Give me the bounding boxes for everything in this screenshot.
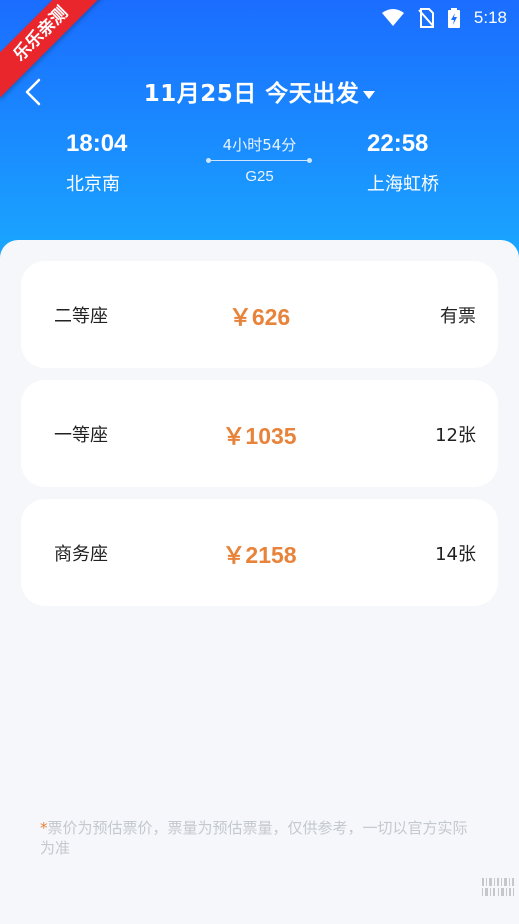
header: 5:18 11月25日 今天出发 18:04 北京南 4小时54分 G25 22… bbox=[0, 0, 519, 260]
seat-card-first-class[interactable]: 一等座 ￥1035 12张 bbox=[21, 380, 498, 487]
status-time: 5:18 bbox=[473, 8, 507, 27]
seat-availability: 有票 bbox=[440, 305, 476, 327]
barcode-icon bbox=[482, 878, 514, 896]
train-number: G25 bbox=[245, 168, 274, 185]
date-title: 11月25日 今天出发 bbox=[143, 81, 360, 107]
arrival-station: 上海虹桥 bbox=[367, 174, 439, 195]
status-bar: 5:18 bbox=[381, 6, 507, 30]
route-line bbox=[206, 158, 312, 163]
arrival-time: 22:58 bbox=[367, 130, 429, 157]
trip-duration: 4小时54分 bbox=[222, 136, 297, 154]
seat-availability: 12张 bbox=[435, 424, 476, 446]
wifi-icon bbox=[381, 9, 404, 26]
battery-icon bbox=[447, 8, 460, 28]
caret-down-icon bbox=[363, 90, 376, 99]
seat-card-business-class[interactable]: 商务座 ￥2158 14张 bbox=[21, 499, 498, 606]
seat-price: ￥626 bbox=[228, 303, 291, 330]
no-sim-icon bbox=[418, 8, 434, 28]
date-selector[interactable]: 11月25日 今天出发 bbox=[0, 74, 519, 108]
seat-price: ￥2158 bbox=[222, 541, 297, 568]
seat-availability: 14张 bbox=[435, 543, 476, 565]
note-asterisk: * bbox=[40, 819, 48, 837]
disclaimer-note: *票价为预估票价，票量为预估票量，仅供参考，一切以官方实际为准 bbox=[40, 818, 480, 858]
seat-price: ￥1035 bbox=[222, 422, 297, 449]
note-text: 票价为预估票价，票量为预估票量，仅供参考，一切以官方实际为准 bbox=[40, 819, 468, 857]
seat-card-second-class[interactable]: 二等座 ￥626 有票 bbox=[21, 261, 498, 368]
